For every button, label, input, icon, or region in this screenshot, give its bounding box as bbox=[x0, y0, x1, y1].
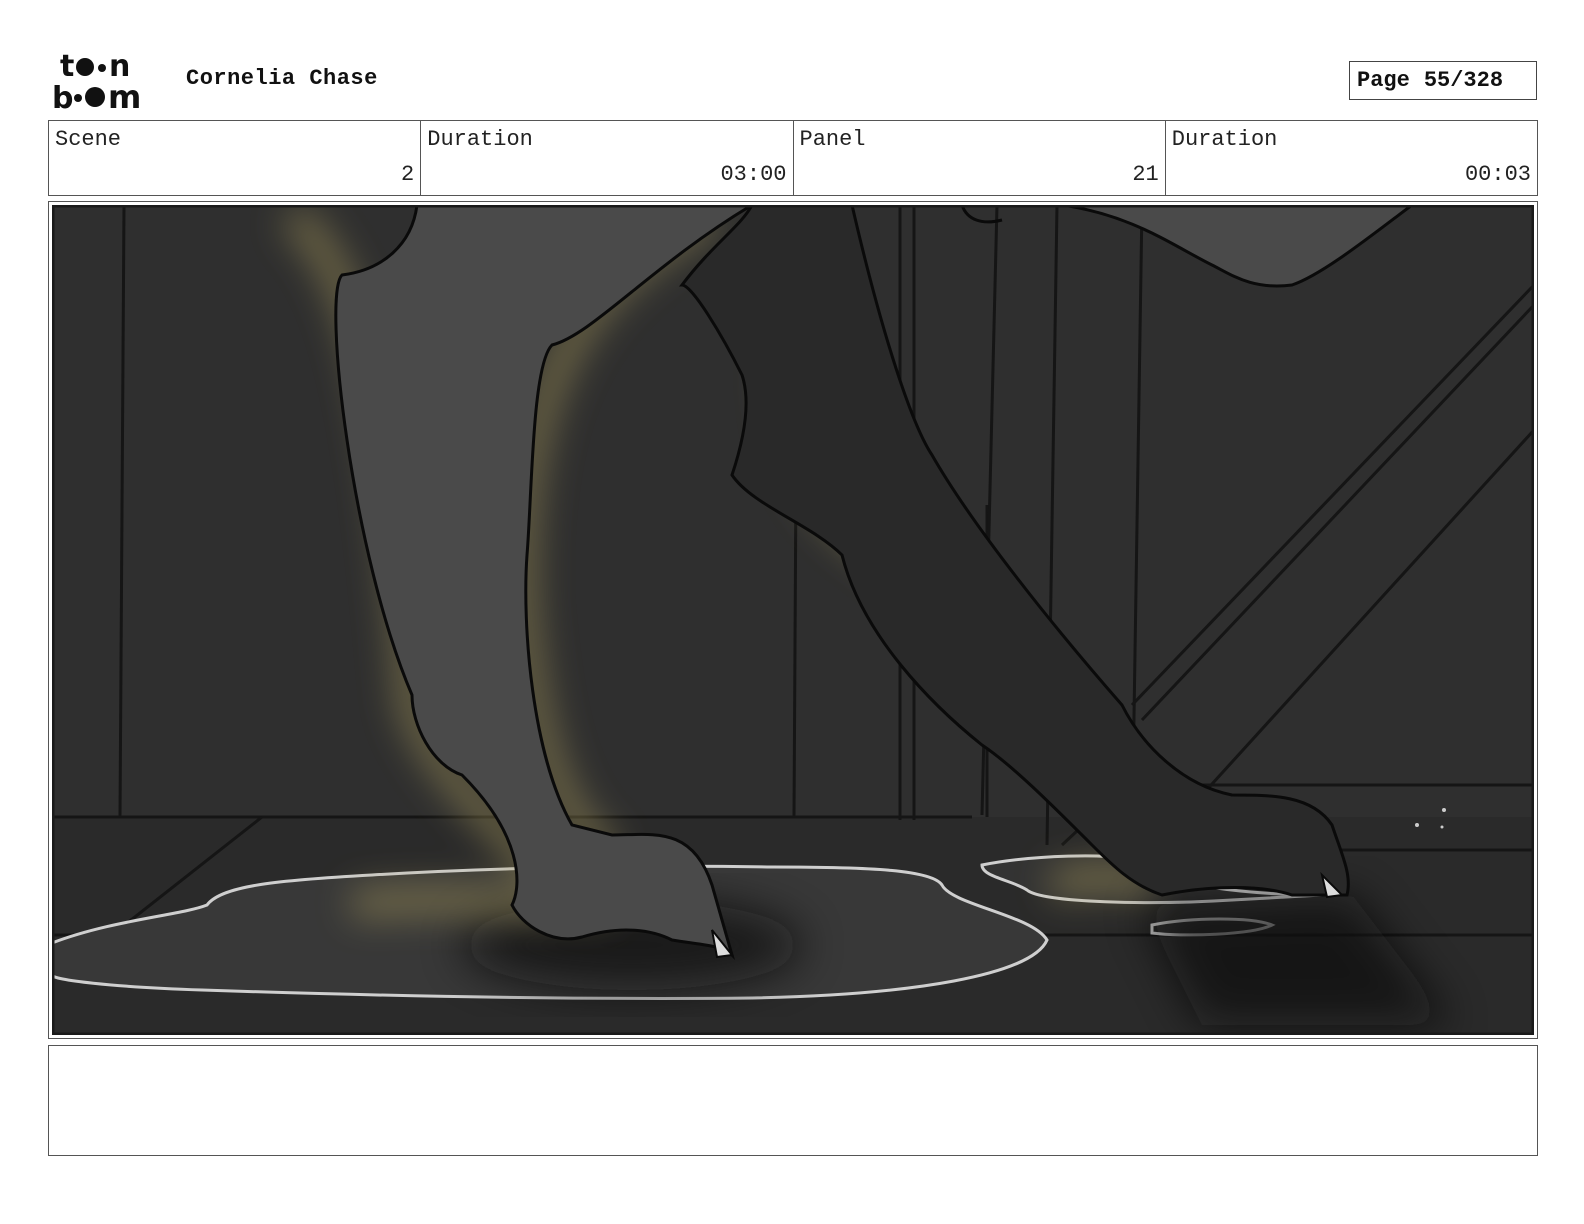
panel-value: 21 bbox=[1132, 162, 1159, 187]
scene-duration-value: 03:00 bbox=[720, 162, 787, 187]
svg-text:m: m bbox=[108, 78, 141, 112]
scene-duration-label: Duration bbox=[427, 127, 533, 152]
panel-notes-box bbox=[48, 1045, 1538, 1156]
panel-duration-value: 00:03 bbox=[1464, 162, 1531, 187]
panel-duration-cell: Duration 00:03 bbox=[1166, 121, 1537, 195]
panel-duration-label: Duration bbox=[1171, 127, 1278, 152]
project-title: Cornelia Chase bbox=[186, 66, 378, 91]
page-indicator: Page 55/328 bbox=[1349, 61, 1537, 100]
panel-info-row: Scene 2 Duration 03:00 Panel 21 Duration… bbox=[48, 120, 1538, 196]
panel-label: Panel bbox=[799, 127, 866, 152]
svg-text:t: t bbox=[60, 50, 74, 84]
scene-label: Scene bbox=[55, 127, 122, 152]
scene-duration-cell: Duration 03:00 bbox=[421, 121, 794, 195]
page-label: Page bbox=[1357, 68, 1410, 93]
scene-value: 2 bbox=[401, 162, 415, 187]
toon-boom-logo: t n b m bbox=[52, 50, 141, 112]
storyboard-panel-image bbox=[52, 205, 1534, 1035]
page-number: 55/328 bbox=[1423, 68, 1504, 93]
scene-cell: Scene 2 bbox=[49, 121, 422, 195]
panel-cell: Panel 21 bbox=[794, 121, 1166, 195]
svg-text:b: b bbox=[52, 81, 73, 112]
